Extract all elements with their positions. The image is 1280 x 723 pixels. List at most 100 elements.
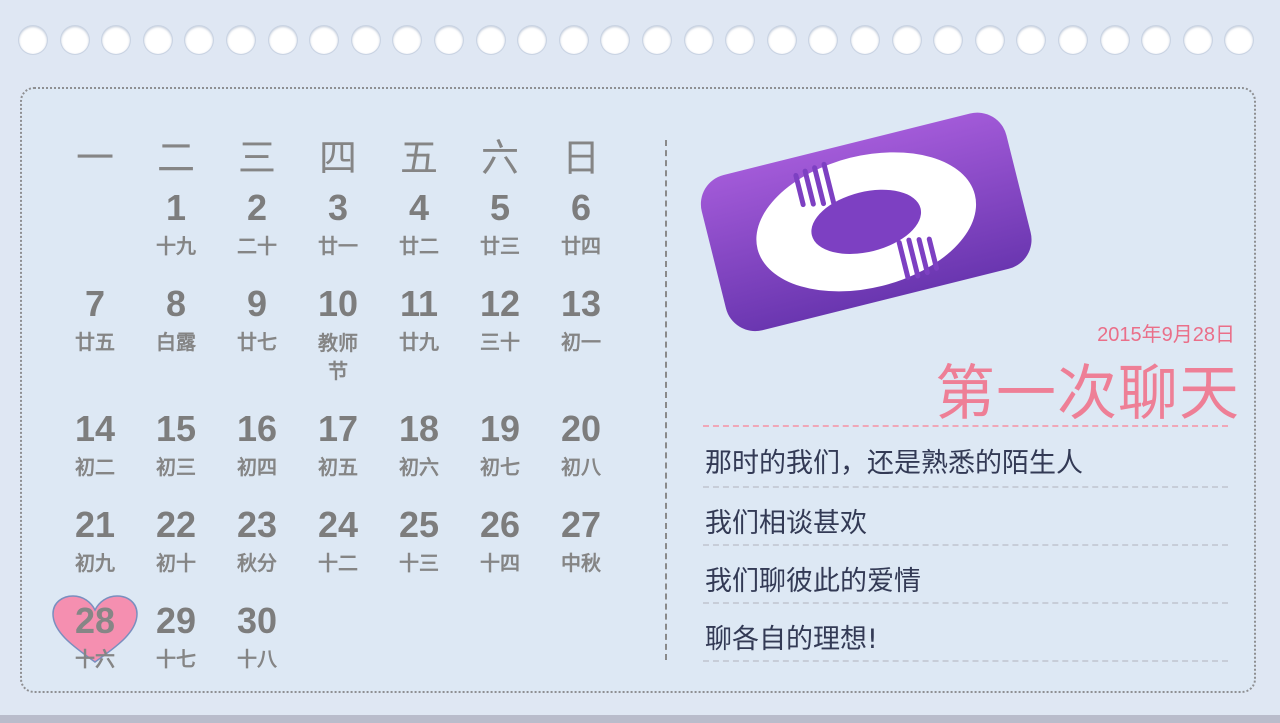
- calendar-day[interactable]: 29 十七: [136, 600, 216, 672]
- lunar-date: 十四: [480, 551, 520, 575]
- binder-ring: [435, 26, 463, 54]
- lunar-date: 廿四: [561, 234, 601, 258]
- weekday-label: 三: [237, 136, 276, 180]
- binder-ring: [684, 26, 713, 54]
- calendar-day[interactable]: 18 初六: [379, 408, 459, 480]
- day-number: 16: [236, 408, 278, 449]
- lunar-date: 初九: [75, 551, 115, 575]
- calendar-day[interactable]: 3 廿一: [298, 187, 378, 259]
- binder-ring: [268, 26, 297, 54]
- calendar-day[interactable]: 19 初七: [460, 408, 540, 480]
- lunar-date: 廿七: [237, 330, 277, 354]
- binder-ring: [851, 26, 879, 54]
- binder-ring: [60, 26, 89, 54]
- binder-ring: [809, 26, 838, 54]
- binder-ring: [643, 26, 671, 54]
- lunar-date: 廿一: [318, 234, 358, 258]
- weekday-label: 五: [399, 136, 438, 180]
- weekday-label: 日: [561, 136, 600, 180]
- calendar-day[interactable]: 20 初八: [541, 408, 621, 480]
- calendar-day[interactable]: 21 初九: [55, 504, 135, 576]
- calendar-day[interactable]: 30 十八: [217, 600, 297, 672]
- binder-ring: [726, 26, 755, 54]
- calendar-day[interactable]: 26 十四: [460, 504, 540, 576]
- calendar-day[interactable]: 14 初二: [55, 408, 135, 480]
- lunar-date: 廿九: [399, 330, 439, 354]
- calendar-day[interactable]: 27 中秋: [541, 504, 621, 576]
- binder-ring: [393, 26, 422, 54]
- binder-ring: [934, 26, 963, 54]
- binder-ring: [1100, 26, 1129, 54]
- lunar-date: 初三: [156, 455, 196, 479]
- calendar-day[interactable]: 13 初一: [541, 283, 621, 355]
- binder-ring: [476, 26, 505, 54]
- calendar-day[interactable]: 11 廿九: [379, 283, 459, 355]
- calendar-day[interactable]: 24 十二: [298, 504, 378, 576]
- event-line: 我们相谈甚欢: [703, 486, 1228, 544]
- binder-ring: [1183, 26, 1212, 54]
- lunar-date: 廿三: [480, 234, 520, 258]
- lunar-date: 二十: [237, 234, 277, 258]
- calendar-day[interactable]: 17 初五: [298, 408, 378, 480]
- day-number: 26: [479, 504, 521, 545]
- calendar-day[interactable]: 25 十三: [379, 504, 459, 576]
- binder-ring: [310, 26, 339, 54]
- day-number: 14: [74, 408, 116, 449]
- binder-ring: [185, 26, 214, 54]
- calendar-day[interactable]: 5 廿三: [460, 187, 540, 259]
- calendar-day[interactable]: 9 廿七: [217, 283, 297, 355]
- binder-ring: [601, 26, 630, 54]
- binder-ring: [892, 26, 921, 54]
- event-line: 那时的我们，还是熟悉的陌生人: [703, 425, 1228, 486]
- calendar-day[interactable]: 4 廿二: [379, 187, 459, 259]
- binder-ring: [518, 26, 547, 54]
- event-line: 聊各自的理想!: [703, 602, 1228, 660]
- vertical-divider: [665, 140, 667, 660]
- lunar-date: 白露: [156, 330, 196, 354]
- binder-ring: [19, 26, 47, 54]
- calendar-day[interactable]: 2 二十: [217, 187, 297, 259]
- calendar-day[interactable]: 15 初三: [136, 408, 216, 480]
- binder-ring: [143, 26, 172, 54]
- lunar-date: 教师节: [318, 331, 358, 383]
- binder-ring: [1225, 26, 1254, 54]
- binder-ring: [975, 26, 1004, 54]
- event-lines: 那时的我们，还是熟悉的陌生人 我们相谈甚欢 我们聊彼此的爱情 聊各自的理想!: [703, 425, 1228, 670]
- event-date: 2015年9月28日: [1097, 324, 1235, 346]
- day-number: 2: [246, 187, 268, 228]
- day-number: 30: [236, 600, 278, 641]
- calendar-day[interactable]: 8 白露: [136, 283, 216, 355]
- calendar-day[interactable]: 22 初十: [136, 504, 216, 576]
- day-number: 21: [74, 504, 116, 545]
- day-number: 10: [317, 283, 359, 324]
- lunar-date: 十三: [399, 551, 439, 575]
- binder-ring: [227, 26, 255, 54]
- calendar-day-selected[interactable]: 28 十六: [55, 600, 135, 672]
- day-number: 20: [560, 408, 602, 449]
- day-number: 29: [155, 600, 197, 641]
- day-number: 8: [165, 283, 187, 324]
- calendar-day[interactable]: 12 三十: [460, 283, 540, 355]
- calendar-day[interactable]: 16 初四: [217, 408, 297, 480]
- day-number: 13: [560, 283, 602, 324]
- lunar-date: 廿二: [399, 234, 439, 258]
- weekday-label: 二: [156, 136, 195, 180]
- day-number: 17: [317, 408, 359, 449]
- day-number: 9: [246, 283, 268, 324]
- calendar-day[interactable]: 6 廿四: [541, 187, 621, 259]
- calendar-day[interactable]: 10 教师节: [298, 283, 378, 385]
- calendar-day[interactable]: 1 十九: [136, 187, 216, 259]
- day-number: 6: [570, 187, 592, 228]
- calendar-day[interactable]: 23 秋分: [217, 504, 297, 576]
- event-title: 第一次聊天: [935, 359, 1240, 429]
- day-number: 15: [155, 408, 197, 449]
- lunar-date: 廿五: [75, 330, 115, 354]
- lunar-date: 十九: [156, 234, 196, 258]
- lunar-date: 中秋: [561, 551, 601, 575]
- binder-rings: [0, 26, 1280, 58]
- day-number: 23: [236, 504, 278, 545]
- lunar-date: 三十: [480, 330, 520, 354]
- lunar-date: 初四: [237, 455, 277, 479]
- calendar-day[interactable]: 7 廿五: [55, 283, 135, 355]
- binder-ring: [351, 26, 380, 54]
